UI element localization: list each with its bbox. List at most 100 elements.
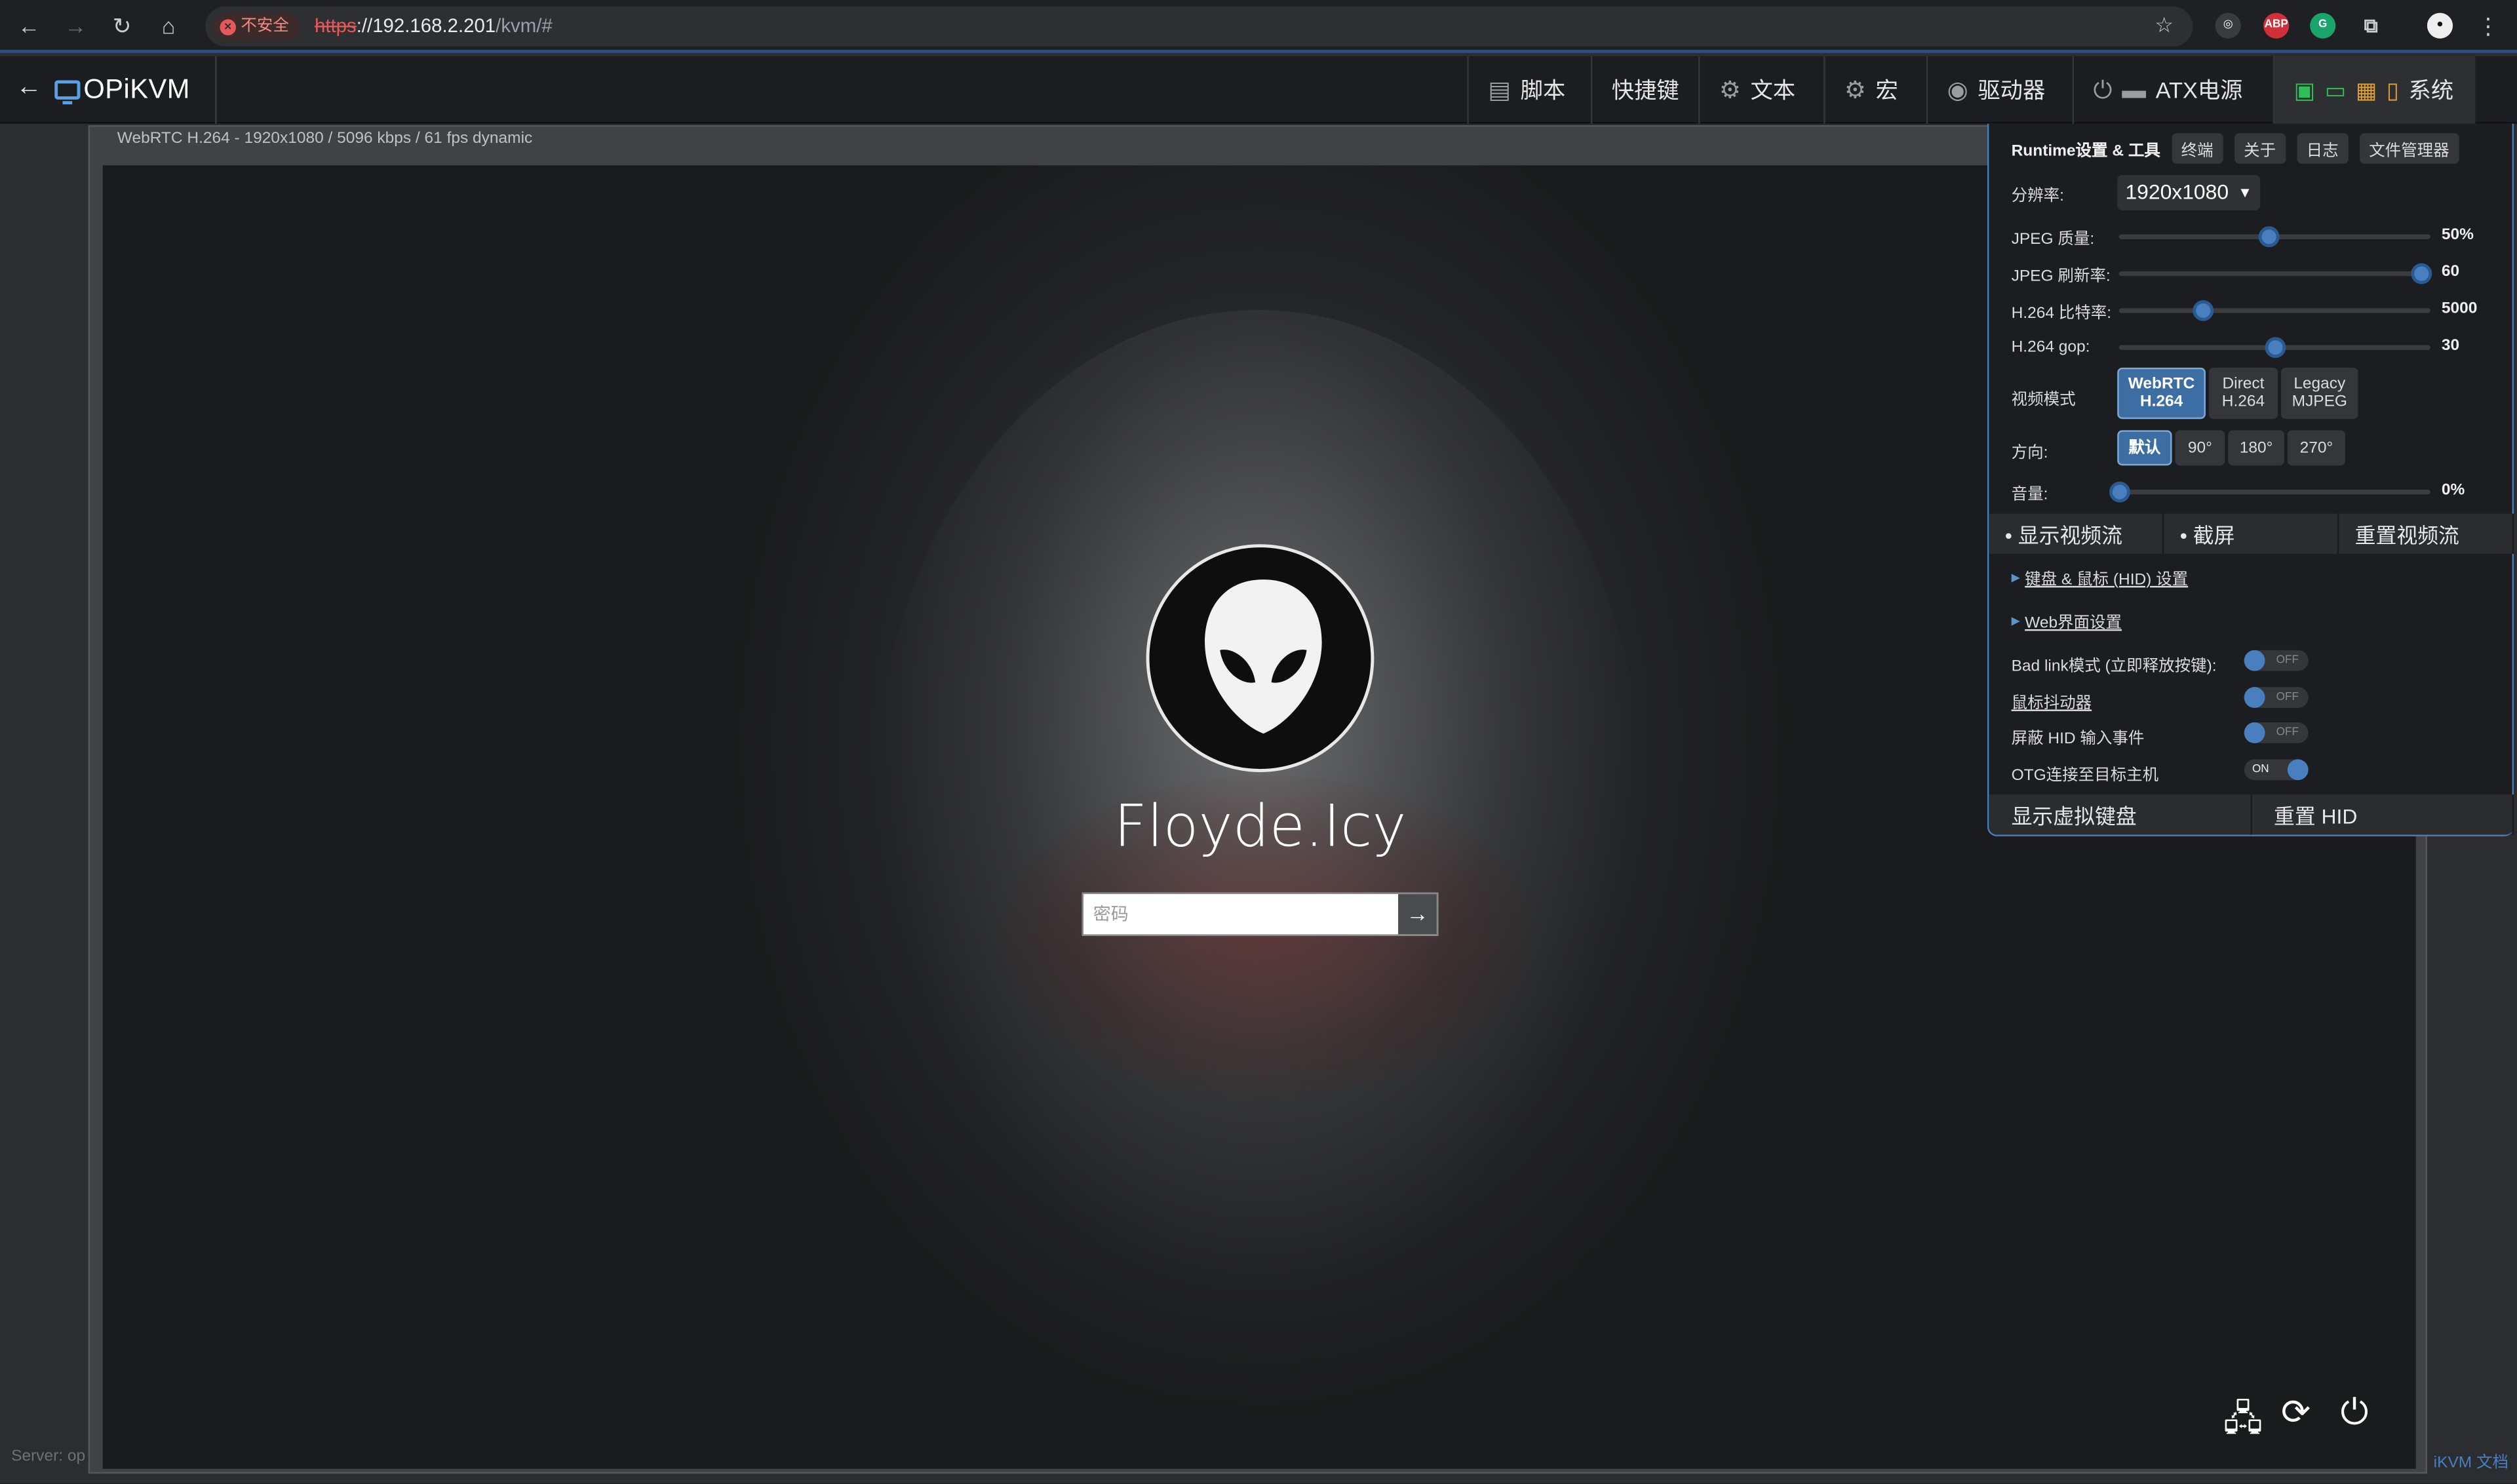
bookmark-star-icon[interactable]: ☆ bbox=[2155, 13, 2174, 39]
hid-settings-link[interactable]: ▶ 键盘 & 鼠标 (HID) 设置 bbox=[2012, 565, 2189, 589]
slider-handle[interactable] bbox=[2193, 300, 2215, 321]
toggle-knob bbox=[2244, 722, 2265, 743]
address-bar[interactable]: × 不安全 https://192.168.2.201/kvm/# ☆ bbox=[205, 6, 2193, 47]
profile-avatar[interactable]: ● bbox=[2427, 12, 2453, 39]
mouse-icon: ▯ bbox=[2386, 76, 2399, 102]
toggle-label: OTG连接至目标主机 bbox=[2011, 767, 2159, 785]
network-icon: ▣ bbox=[2293, 76, 2316, 102]
gear-icon: ⚙ bbox=[1844, 77, 1866, 105]
toggle-label: Bad link模式 (立即释放按键): bbox=[2011, 658, 2217, 676]
slider-handle[interactable] bbox=[2109, 481, 2130, 503]
toggle-switch[interactable]: OFF bbox=[2244, 722, 2309, 743]
back-icon[interactable]: ← bbox=[13, 10, 45, 42]
nav-script[interactable]: ▤ 脚本 bbox=[1467, 56, 1584, 124]
adblock-icon[interactable]: ABP bbox=[2263, 12, 2290, 39]
disc-icon: ◉ bbox=[1947, 77, 1968, 105]
forward-icon[interactable]: → bbox=[60, 10, 92, 42]
home-icon[interactable]: ⌂ bbox=[153, 10, 185, 42]
toggle-knob bbox=[2244, 650, 2265, 671]
show-stream-button[interactable]: • 显示视频流 bbox=[1989, 513, 2164, 554]
slider-handle[interactable] bbox=[2265, 337, 2286, 359]
triangle-right-icon: ▶ bbox=[2011, 615, 2020, 627]
security-chip[interactable]: × 不安全 bbox=[213, 12, 300, 41]
link-label: 键盘 & 鼠标 (HID) 设置 bbox=[2025, 571, 2189, 589]
submit-arrow-icon[interactable]: → bbox=[1398, 894, 1437, 935]
slider-jpeg-fps: JPEG 刷新率: 60 bbox=[2012, 260, 2493, 286]
toggle-label: 鼠标抖动器 bbox=[2011, 695, 2092, 713]
slider-volume: 音量: 0% bbox=[2012, 478, 2493, 504]
nav-shortcuts[interactable]: 快捷键 bbox=[1590, 56, 1698, 124]
slider-track[interactable] bbox=[2118, 226, 2430, 248]
show-virtual-keyboard-button[interactable]: 显示虚拟键盘 bbox=[1989, 794, 2252, 835]
slider-track[interactable] bbox=[2118, 263, 2432, 284]
screenshot-button[interactable]: • 截屏 bbox=[2164, 513, 2339, 554]
grammarly-icon[interactable]: G bbox=[2310, 12, 2336, 39]
toggle-knob bbox=[2287, 759, 2309, 781]
toggle-switch[interactable]: OFF bbox=[2244, 687, 2309, 709]
hid-actions: 显示虚拟键盘 重置 HID bbox=[1989, 794, 2514, 835]
nav-drive[interactable]: ◉ 驱动器 bbox=[1926, 56, 2065, 124]
accessibility-icon[interactable]: ⟳ bbox=[2281, 1392, 2311, 1434]
toggle-knob bbox=[2244, 687, 2265, 709]
nav-text[interactable]: ⚙ 文本 bbox=[1698, 56, 1814, 124]
logo[interactable]: OPiKVM bbox=[54, 74, 190, 106]
logo-text: OPiKVM bbox=[83, 73, 190, 105]
tab-log[interactable]: 日志 bbox=[2296, 133, 2349, 164]
resolution-label: 分辨率: bbox=[2011, 187, 2064, 205]
toggle-state: OFF bbox=[2276, 655, 2299, 667]
slider-track[interactable] bbox=[2118, 300, 2430, 321]
mode-direct-button[interactable]: Direct H.264 bbox=[2208, 367, 2278, 420]
stream-actions: • 显示视频流 • 截屏 重置视频流 bbox=[1989, 513, 2514, 554]
nav-atx-label: ATX电源 bbox=[2155, 77, 2243, 103]
slider-track[interactable] bbox=[2109, 481, 2430, 503]
tab-file-manager[interactable]: 文件管理器 bbox=[2359, 133, 2459, 164]
network-status-icon[interactable]: 🖧 bbox=[2223, 1392, 2263, 1453]
video-mode-label: 视频模式 bbox=[2011, 391, 2076, 409]
slider-label: JPEG 刷新率: bbox=[2011, 267, 2111, 285]
password-input[interactable] bbox=[1083, 894, 1399, 935]
slider-value: 50% bbox=[2441, 226, 2474, 244]
slider-label: JPEG 质量: bbox=[2011, 230, 2095, 248]
mode-line: Direct bbox=[2222, 376, 2265, 394]
orientation-90-button[interactable]: 90° bbox=[2175, 430, 2225, 466]
reset-stream-button[interactable]: 重置视频流 bbox=[2339, 513, 2514, 554]
tab-about[interactable]: 关于 bbox=[2234, 133, 2286, 164]
slider-track[interactable] bbox=[2118, 337, 2430, 359]
orientation-default-button[interactable]: 默认 bbox=[2117, 430, 2172, 466]
browser-toolbar: ← → ↻ ⌂ × 不安全 https://192.168.2.201/kvm/… bbox=[0, 0, 2517, 53]
docs-link[interactable]: iKVM 文档 bbox=[2434, 1448, 2508, 1472]
reload-icon[interactable]: ↻ bbox=[106, 10, 138, 42]
nav-atx-power[interactable]: ⏻ ▬ ATX电源 bbox=[2072, 56, 2262, 124]
slider-handle[interactable] bbox=[2411, 263, 2432, 284]
toggle-switch[interactable]: OFF bbox=[2244, 650, 2309, 671]
slider-handle[interactable] bbox=[2259, 226, 2280, 248]
web-settings-link[interactable]: ▶ Web界面设置 bbox=[2012, 608, 2122, 633]
slider-value: 5000 bbox=[2441, 300, 2478, 318]
mode-legacy-button[interactable]: Legacy MJPEG bbox=[2281, 367, 2358, 420]
power-icon: ⏻ bbox=[2093, 76, 2113, 104]
nav-system[interactable]: ▣ ▭ ▦ ▯ 系统 bbox=[2273, 56, 2476, 124]
password-field[interactable]: → bbox=[1082, 892, 1439, 936]
resolution-select[interactable]: 1920x1080 ▼ bbox=[2117, 174, 2261, 210]
url-path: /kvm/# bbox=[496, 14, 553, 37]
extension-icon[interactable]: ◎ bbox=[2215, 12, 2241, 39]
mode-webrtc-button[interactable]: WebRTC H.264 bbox=[2117, 367, 2206, 420]
url-text[interactable]: https://192.168.2.201/kvm/# bbox=[315, 14, 553, 39]
nav-macro[interactable]: ⚙ 宏 bbox=[1824, 56, 1917, 124]
tab-terminal[interactable]: 终端 bbox=[2171, 133, 2223, 164]
server-info: Server: op bbox=[11, 1447, 86, 1466]
resolution-value: 1920x1080 bbox=[2125, 180, 2229, 205]
extensions-puzzle-icon[interactable]: ⧉ bbox=[2358, 13, 2384, 39]
nav-back-icon[interactable]: ← bbox=[16, 74, 41, 103]
orientation-180-button[interactable]: 180° bbox=[2228, 430, 2284, 466]
warning-icon: × bbox=[220, 18, 237, 35]
orientation-270-button[interactable]: 270° bbox=[2287, 430, 2345, 466]
browser-menu-icon[interactable]: ⋮ bbox=[2472, 10, 2504, 42]
toggle-switch[interactable]: ON bbox=[2244, 759, 2309, 781]
url-host: ://192.168.2.201 bbox=[356, 14, 496, 37]
power-button-icon[interactable]: ⏻ bbox=[2341, 1392, 2369, 1434]
toggle-state: ON bbox=[2252, 764, 2269, 775]
reset-hid-button[interactable]: 重置 HID bbox=[2252, 794, 2514, 835]
nav-text-label: 文本 bbox=[1750, 77, 1796, 103]
link-label: Web界面设置 bbox=[2025, 614, 2122, 633]
